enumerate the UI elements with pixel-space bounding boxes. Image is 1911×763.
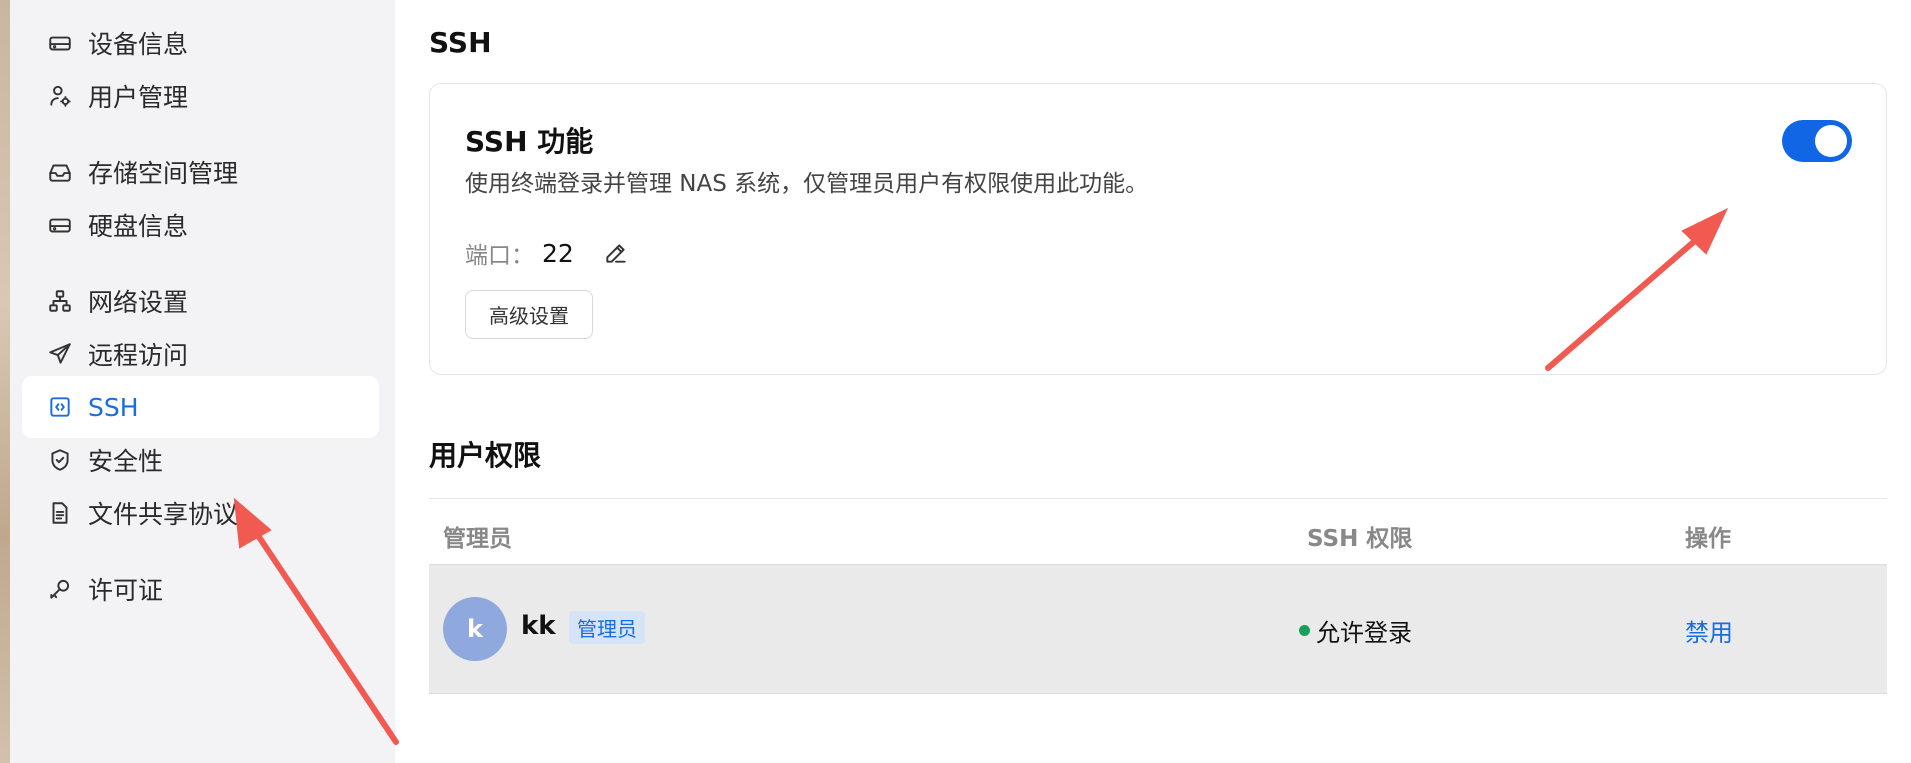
sidebar-item-user-management[interactable]: 用户管理: [22, 65, 379, 127]
drive-icon: [46, 211, 74, 239]
header-action: 操作: [1685, 526, 1731, 552]
permissions-table: 管理员 SSH 权限 操作 k kk 管理员 允许登录 禁用: [429, 498, 1887, 694]
ssh-card-title: SSH 功能: [465, 125, 594, 158]
desktop-wallpaper: [0, 0, 10, 763]
role-badge: 管理员: [569, 611, 645, 644]
sidebar-item-label: 设备信息: [88, 30, 189, 59]
avatar: k: [443, 597, 507, 661]
key-icon: [46, 575, 74, 603]
sidebar: 设备信息 用户管理 存储空间管理 硬盘信息 网络设置 远程访问 SSH 安全性 …: [10, 0, 395, 763]
network-icon: [46, 287, 74, 315]
sidebar-item-label: 用户管理: [88, 83, 189, 112]
port-label: 端口：: [465, 243, 534, 269]
shield-icon: [46, 446, 74, 474]
sidebar-item-label: 存储空间管理: [88, 159, 239, 188]
edit-port-icon[interactable]: [602, 239, 630, 267]
sidebar-item-label: 许可证: [88, 576, 164, 605]
sidebar-item-license[interactable]: 许可证: [22, 558, 379, 620]
user-permissions-title: 用户权限: [429, 439, 542, 472]
user-settings-icon: [46, 82, 74, 110]
sidebar-item-label: 网络设置: [88, 288, 189, 317]
ssh-card-description: 使用终端登录并管理 NAS 系统，仅管理员用户有权限使用此功能。: [465, 171, 1149, 197]
sidebar-item-label: 远程访问: [88, 341, 189, 370]
table-header: 管理员 SSH 权限 操作: [429, 498, 1887, 564]
table-row: k kk 管理员 允许登录 禁用: [429, 564, 1887, 694]
sidebar-item-disk-info[interactable]: 硬盘信息: [22, 194, 379, 256]
sidebar-item-label: SSH: [88, 392, 139, 422]
status-dot: [1299, 625, 1310, 636]
header-user: 管理员: [443, 526, 512, 552]
main-content: SSH SSH 功能 使用终端登录并管理 NAS 系统，仅管理员用户有权限使用此…: [395, 0, 1911, 763]
sidebar-item-file-sharing[interactable]: 文件共享协议: [22, 482, 379, 544]
sidebar-item-label: 文件共享协议: [88, 500, 239, 529]
storage-icon: [46, 29, 74, 57]
terminal-icon: [46, 393, 74, 421]
toggle-knob: [1815, 125, 1847, 157]
ssh-status: 允许登录: [1299, 613, 1412, 648]
status-text: 允许登录: [1316, 619, 1412, 647]
disable-link[interactable]: 禁用: [1685, 613, 1733, 648]
file-icon: [46, 499, 74, 527]
port-value: 22: [542, 238, 574, 268]
inbox-icon: [46, 158, 74, 186]
sidebar-item-label: 硬盘信息: [88, 212, 189, 241]
header-ssh-permission: SSH 权限: [1307, 526, 1413, 552]
port-row: 端口： 22: [465, 236, 630, 270]
ssh-feature-card: SSH 功能 使用终端登录并管理 NAS 系统，仅管理员用户有权限使用此功能。 …: [429, 83, 1887, 375]
page-title: SSH: [429, 26, 492, 59]
user-name: kk: [521, 611, 556, 641]
sidebar-item-label: 安全性: [88, 447, 164, 476]
ssh-enable-toggle[interactable]: [1782, 120, 1852, 162]
advanced-settings-button[interactable]: 高级设置: [465, 290, 593, 339]
send-icon: [46, 340, 74, 368]
